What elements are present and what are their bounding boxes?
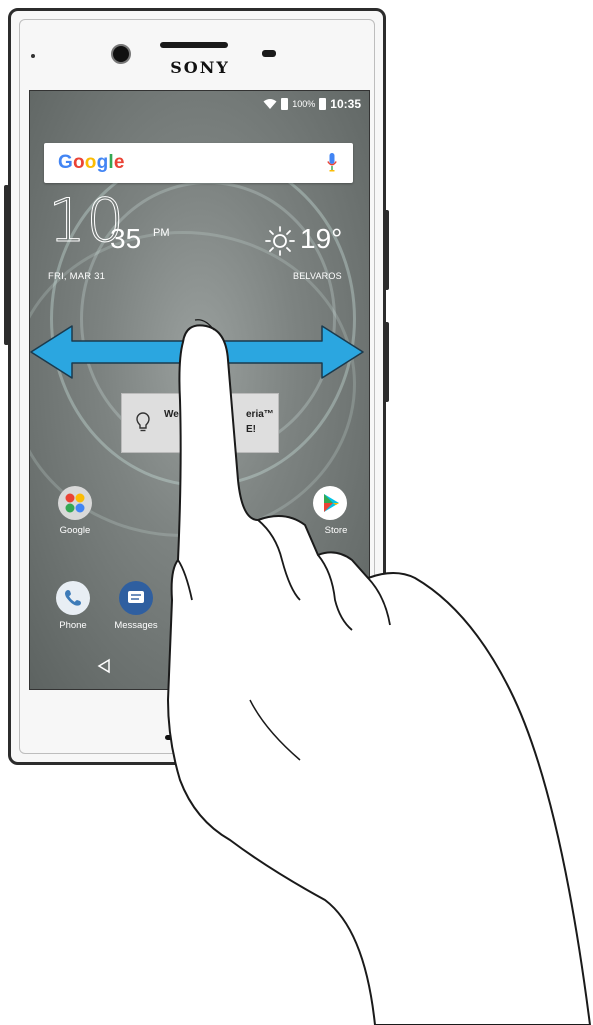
pointing-hand-icon: [167, 319, 591, 1025]
gesture-overlay: [30, 319, 591, 1025]
